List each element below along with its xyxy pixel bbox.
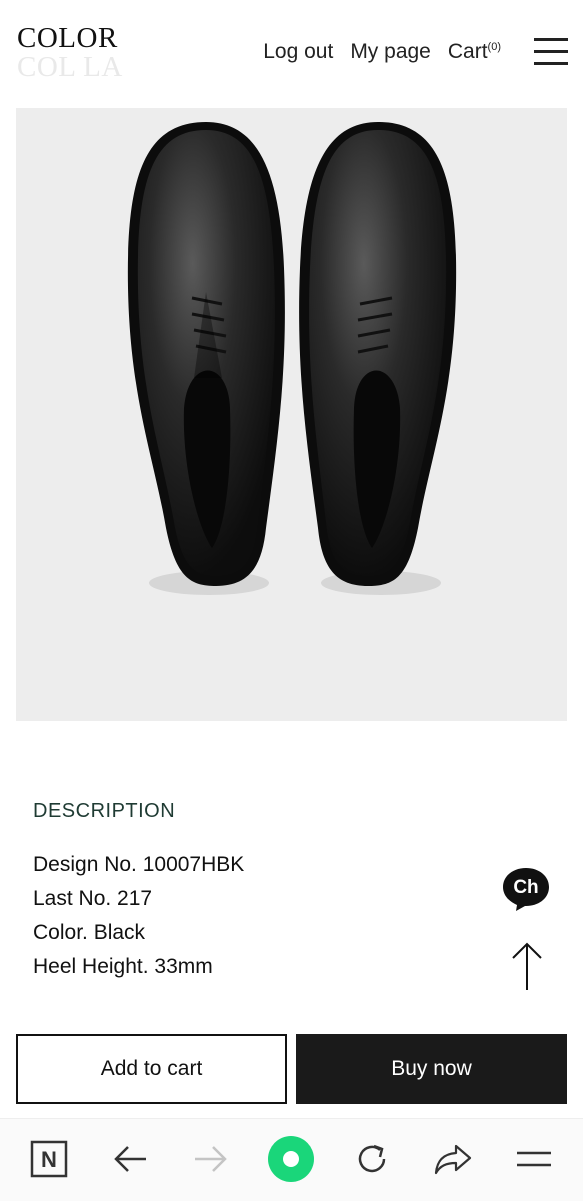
description-item: Last No. 217 [33,887,153,910]
browser-toolbar: N [0,1118,583,1201]
forward-arrow-icon[interactable] [189,1137,233,1181]
logo-line-1: COLOR [17,22,118,54]
brand-logo[interactable]: COLOR COL LA [17,24,123,82]
logout-link[interactable]: Log out [263,40,333,64]
shoes-illustration [127,122,457,595]
description-item: Design No. 10007HBK [33,853,245,876]
mypage-link[interactable]: My page [350,40,431,64]
menu-icon[interactable] [512,1137,556,1181]
logo-line-2: COL LA [17,51,123,83]
add-to-cart-button[interactable]: Add to cart [16,1034,287,1104]
product-image [16,108,567,721]
green-dot-icon[interactable] [267,1135,315,1183]
description-item: Heel Height. 33mm [33,955,213,978]
naver-home-icon[interactable]: N [27,1137,71,1181]
arrow-up-icon[interactable] [510,940,544,992]
right-shoe [299,122,457,586]
left-shoe [127,122,285,586]
description-title: DESCRIPTION [33,800,176,822]
description-item: Color. Black [33,921,146,944]
hamburger-menu-icon[interactable] [534,38,568,68]
reload-icon[interactable] [350,1137,394,1181]
description-list: Design No. 10007HBK Last No. 217 Color. … [33,850,244,986]
cart-count: (0) [487,41,501,53]
cart-label: Cart [447,40,488,63]
share-icon[interactable] [431,1137,475,1181]
top-nav: Log out My page Cart(0) [263,40,501,64]
chat-label: Ch [513,877,538,898]
chat-bubble-icon[interactable]: Ch [501,866,551,912]
buy-now-button[interactable]: Buy now [296,1034,567,1104]
back-arrow-icon[interactable] [108,1137,152,1181]
site-header: COLOR COL LA Log out My page Cart(0) [0,0,583,100]
home-label: N [41,1147,57,1172]
cart-link[interactable]: Cart(0) [448,40,501,64]
